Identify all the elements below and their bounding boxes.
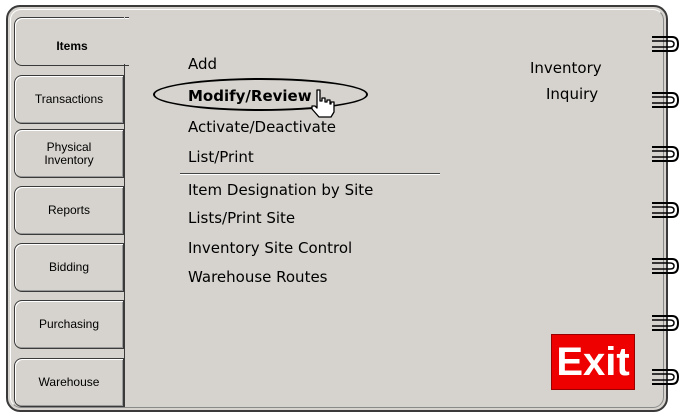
active-tab-gap xyxy=(124,17,125,64)
tab-reports[interactable]: Reports xyxy=(14,186,124,235)
tab-items[interactable]: Items xyxy=(14,17,129,66)
binder-ring-icon xyxy=(652,315,680,331)
tab-items-label: Items xyxy=(56,39,88,53)
tab-warehouse[interactable]: Warehouse xyxy=(14,358,124,407)
menu-activate-deactivate[interactable]: Activate/Deactivate xyxy=(188,118,336,136)
tab-warehouse-label: Warehouse xyxy=(38,375,100,389)
binder-ring-icon xyxy=(652,202,680,218)
binder-ring-icon xyxy=(652,369,680,385)
tab-purchasing[interactable]: Purchasing xyxy=(14,300,124,349)
tab-transactions[interactable]: Transactions xyxy=(14,75,124,124)
binder-ring-icon xyxy=(652,146,680,162)
tab-reports-label: Reports xyxy=(47,203,91,217)
menu-separator xyxy=(180,173,440,174)
menu-warehouse-routes[interactable]: Warehouse Routes xyxy=(188,268,328,286)
tab-transactions-label: Transactions xyxy=(34,92,104,106)
menu-add[interactable]: Add xyxy=(188,55,217,73)
hand-pointer-icon xyxy=(311,89,335,118)
tab-purchasing-label: Purchasing xyxy=(38,317,100,331)
binder-ring-icon xyxy=(652,258,680,274)
binder-ring-icon xyxy=(652,92,680,108)
tab-physical-inventory[interactable]: Physical Inventory xyxy=(14,129,124,178)
binder-ring-icon xyxy=(652,36,680,52)
selection-highlight-oval xyxy=(153,78,368,111)
tab-physical-inventory-label: Physical Inventory xyxy=(44,139,94,167)
menu-item-designation-by-site[interactable]: Item Designation by Site xyxy=(188,181,373,199)
exit-button[interactable]: Exit xyxy=(551,334,635,390)
menu-inventory-site-control[interactable]: Inventory Site Control xyxy=(188,239,352,257)
tab-column-edge xyxy=(124,64,125,407)
menu-lists-print-site[interactable]: Lists/Print Site xyxy=(188,209,295,227)
tab-bidding-label: Bidding xyxy=(48,260,90,274)
panel-title-line2: Inquiry xyxy=(546,85,599,103)
menu-list-print[interactable]: List/Print xyxy=(188,148,254,166)
panel-title-line1: Inventory xyxy=(530,59,602,77)
tab-bidding[interactable]: Bidding xyxy=(14,243,124,292)
